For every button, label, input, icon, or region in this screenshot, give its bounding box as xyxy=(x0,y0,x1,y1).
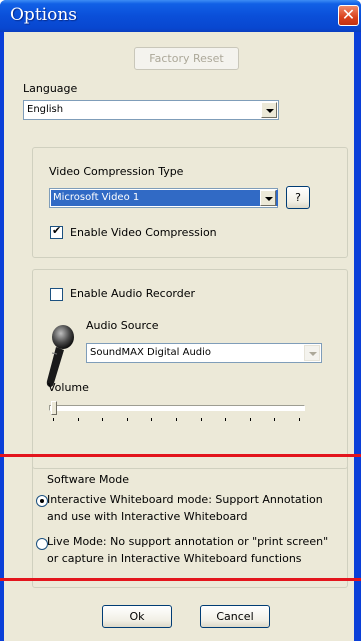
video-group: Video Compression Type Microsoft Video 1… xyxy=(32,147,348,258)
language-select[interactable]: English xyxy=(23,100,279,120)
video-compression-select[interactable]: Microsoft Video 1 xyxy=(49,188,278,208)
enable-audio-recorder-label: Enable Audio Recorder xyxy=(70,287,196,300)
volume-tick xyxy=(225,418,226,421)
video-compression-value: Microsoft Video 1 xyxy=(51,190,278,206)
title-bar[interactable]: Options ✕ xyxy=(0,0,361,32)
highlight-line-bottom xyxy=(0,578,361,581)
video-help-button[interactable]: ? xyxy=(286,186,310,209)
video-compression-dropdown-button[interactable] xyxy=(260,190,276,206)
audio-source-label: Audio Source xyxy=(86,319,159,332)
volume-tick xyxy=(151,418,152,421)
volume-ticks xyxy=(53,418,305,422)
enable-video-compression-checkbox[interactable]: ✔ xyxy=(50,224,63,239)
volume-tick xyxy=(299,418,300,421)
enable-video-compression-label: Enable Video Compression xyxy=(70,226,217,239)
volume-slider-track[interactable] xyxy=(49,405,305,411)
language-value: English xyxy=(27,104,64,115)
software-mode-heading: Software Mode xyxy=(47,473,129,486)
microphone-icon xyxy=(46,325,74,387)
volume-tick xyxy=(176,418,177,421)
chevron-down-icon xyxy=(309,352,317,356)
software-mode-group: Software Mode Interactive Whiteboard mod… xyxy=(32,454,348,588)
checkmark-icon: ✔ xyxy=(52,224,62,237)
chevron-down-icon xyxy=(266,109,274,113)
volume-tick xyxy=(201,418,202,421)
enable-audio-recorder-checkbox[interactable] xyxy=(50,288,63,301)
help-label: ? xyxy=(295,191,301,204)
language-label: Language xyxy=(23,82,78,95)
cancel-label: Cancel xyxy=(216,610,254,623)
highlight-line-top xyxy=(0,454,361,457)
volume-label: Volume xyxy=(48,381,89,394)
factory-reset-button[interactable]: Factory Reset xyxy=(134,47,239,70)
volume-tick xyxy=(127,418,128,421)
volume-tick xyxy=(274,418,275,421)
ok-label: Ok xyxy=(129,610,145,623)
chevron-down-icon xyxy=(265,197,273,201)
window-title: Options xyxy=(10,5,77,25)
interactive-whiteboard-mode-line1[interactable]: Interactive Whiteboard mode: Support Ann… xyxy=(47,493,323,506)
interactive-whiteboard-mode-line2[interactable]: and use with Interactive Whiteboard xyxy=(47,510,248,523)
video-compression-type-label: Video Compression Type xyxy=(49,165,184,178)
volume-tick xyxy=(53,418,54,421)
radio-selected-dot xyxy=(40,499,44,503)
volume-tick xyxy=(250,418,251,421)
audio-source-value: SoundMAX Digital Audio xyxy=(90,347,212,358)
language-dropdown-button[interactable] xyxy=(261,102,277,118)
live-mode-line2[interactable]: or capture in Interactive Whiteboard fun… xyxy=(47,552,302,565)
volume-tick xyxy=(78,418,79,421)
close-icon: ✕ xyxy=(341,5,356,24)
audio-source-dropdown-button[interactable] xyxy=(304,345,320,361)
live-mode-line1[interactable]: Live Mode: No support annotation or "pri… xyxy=(47,535,328,548)
close-button[interactable]: ✕ xyxy=(338,5,359,26)
audio-source-select[interactable]: SoundMAX Digital Audio xyxy=(86,343,322,363)
volume-slider-thumb[interactable] xyxy=(51,401,57,415)
dialog-body: Factory Reset Language English Video Com… xyxy=(4,32,354,641)
volume-tick xyxy=(102,418,103,421)
audio-group: Enable Audio Recorder Audio Source Sound… xyxy=(32,269,348,469)
factory-reset-label: Factory Reset xyxy=(149,52,224,65)
cancel-button[interactable]: Cancel xyxy=(200,605,270,628)
options-window: Options ✕ Factory Reset Language English… xyxy=(0,0,361,641)
ok-button[interactable]: Ok xyxy=(102,605,172,628)
